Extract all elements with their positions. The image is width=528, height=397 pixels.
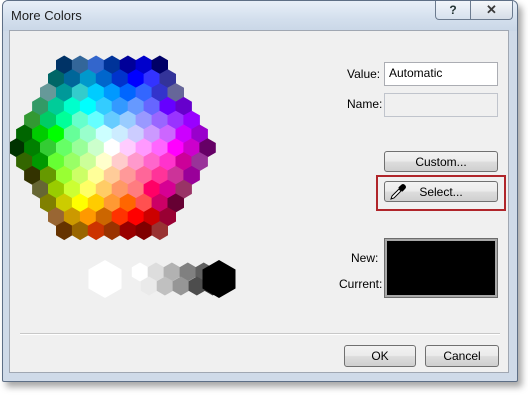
cancel-button-label: Cancel [443,349,481,363]
new-color-swatch [387,241,495,268]
cancel-button[interactable]: Cancel [425,345,499,367]
value-label: Value: [347,67,381,81]
current-color-swatch [387,268,495,295]
close-button[interactable]: ✕ [470,1,513,20]
custom-button[interactable]: Custom... [384,151,498,172]
more-colors-dialog: More Colors ? ✕ Value: Automatic Name: C… [2,0,518,382]
color-preview [384,238,498,298]
footer-separator [20,333,500,335]
select-button-label: Select... [419,184,463,199]
name-field[interactable] [384,93,498,117]
ok-button[interactable]: OK [344,345,416,367]
ok-button-label: OK [371,349,389,363]
name-label: Name: [347,97,383,111]
value-field[interactable]: Automatic [384,62,498,86]
help-icon: ? [449,3,457,17]
help-button[interactable]: ? [435,1,471,20]
white-swatch[interactable] [88,260,122,298]
color-palette[interactable] [10,31,340,321]
dialog-client-area: Value: Automatic Name: Custom... Select.… [9,30,509,373]
current-color-label: Current: [339,277,383,291]
title-bar[interactable]: More Colors ? ✕ [3,1,517,31]
custom-button-label: Custom... [415,154,467,169]
eyedropper-icon [389,183,407,201]
select-button[interactable]: Select... [384,181,498,202]
close-icon: ✕ [486,2,497,17]
new-color-label: New: [351,251,379,265]
window-title: More Colors [11,8,82,23]
